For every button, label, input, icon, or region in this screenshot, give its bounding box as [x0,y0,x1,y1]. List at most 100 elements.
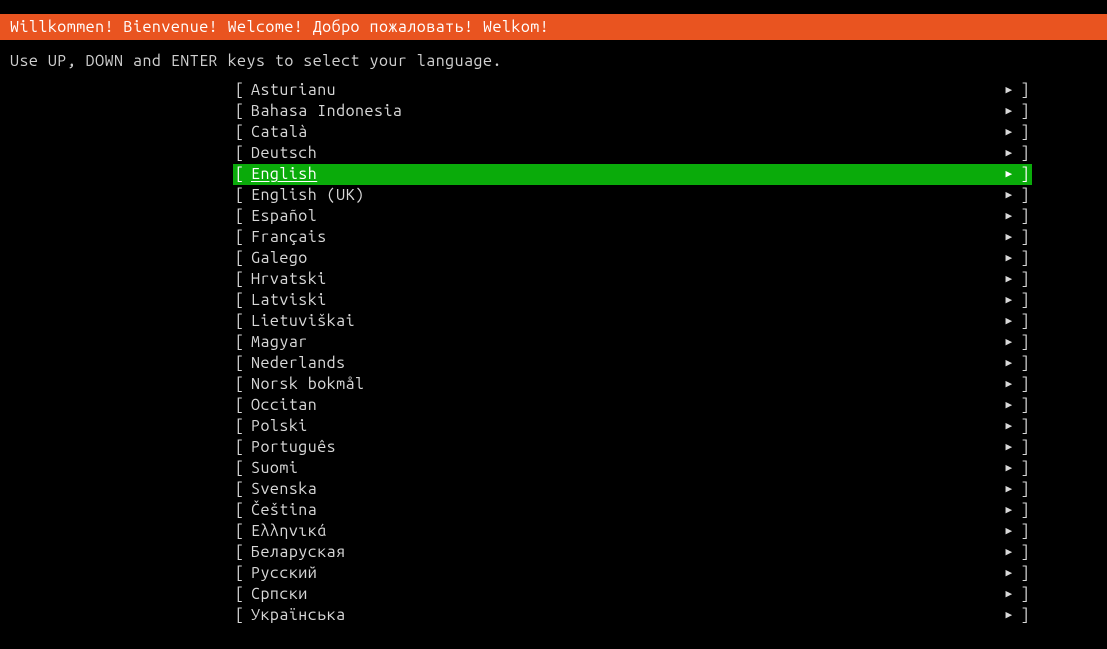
left-bracket: [ [233,311,251,332]
submenu-arrow-icon: ▶ [1000,248,1018,269]
language-label: Svenska [251,479,317,500]
right-bracket: ] [1018,458,1032,479]
language-option[interactable]: [Latviski▶] [233,290,1032,311]
language-option[interactable]: [Bahasa Indonesia▶] [233,101,1032,122]
left-bracket: [ [233,248,251,269]
right-bracket: ] [1018,521,1032,542]
right-bracket: ] [1018,542,1032,563]
language-option[interactable]: [Беларуская▶] [233,542,1032,563]
language-option[interactable]: [Deutsch▶] [233,143,1032,164]
language-option[interactable]: [Lietuviškai ▶] [233,311,1032,332]
right-bracket: ] [1018,206,1032,227]
submenu-arrow-icon: ▶ [1000,605,1018,626]
left-bracket: [ [233,416,251,437]
right-bracket: ] [1018,374,1032,395]
left-bracket: [ [233,164,251,185]
language-option[interactable]: [Ελληνικά▶] [233,521,1032,542]
language-option[interactable]: [Asturianu▶] [233,80,1032,101]
submenu-arrow-icon: ▶ [1000,395,1018,416]
language-option[interactable]: [Français▶] [233,227,1032,248]
welcome-title: Willkommen! Bienvenue! Welcome! Добро по… [10,18,549,36]
language-list[interactable]: [Asturianu▶][Bahasa Indonesia▶][Català▶]… [0,80,1107,626]
right-bracket: ] [1018,353,1032,374]
submenu-arrow-icon: ▶ [1000,143,1018,164]
language-label: Беларуская [251,542,346,563]
language-option[interactable]: [Hrvatski▶] [233,269,1032,290]
language-option[interactable]: [Norsk bokmål▶] [233,374,1032,395]
language-label: Русский [251,563,317,584]
left-bracket: [ [233,500,251,521]
left-bracket: [ [233,80,251,101]
language-option[interactable]: [Català▶] [233,122,1032,143]
language-label: Polski [251,416,308,437]
language-label: Magyar [251,332,308,353]
language-label: Српски [251,584,308,605]
language-label: Hrvatski [251,269,327,290]
submenu-arrow-icon: ▶ [1000,227,1018,248]
language-option[interactable]: [Српски ▶] [233,584,1032,605]
right-bracket: ] [1018,101,1032,122]
submenu-arrow-icon: ▶ [1000,353,1018,374]
language-option[interactable]: [Suomi▶] [233,458,1032,479]
right-bracket: ] [1018,395,1032,416]
left-bracket: [ [233,605,251,626]
language-option[interactable]: [Português▶] [233,437,1032,458]
submenu-arrow-icon: ▶ [1000,479,1018,500]
instruction-text: Use UP, DOWN and ENTER keys to select yo… [0,40,1107,80]
language-option[interactable]: [English▶] [233,164,1032,185]
submenu-arrow-icon: ▶ [1000,311,1018,332]
right-bracket: ] [1018,164,1032,185]
submenu-arrow-icon: ▶ [1000,416,1018,437]
right-bracket: ] [1018,416,1032,437]
right-bracket: ] [1018,500,1032,521]
left-bracket: [ [233,479,251,500]
language-label: Galego [251,248,308,269]
left-bracket: [ [233,122,251,143]
right-bracket: ] [1018,584,1032,605]
right-bracket: ] [1018,311,1032,332]
submenu-arrow-icon: ▶ [1000,500,1018,521]
language-option[interactable]: [Occitan▶] [233,395,1032,416]
language-label: Español [251,206,317,227]
language-option[interactable]: [Nederlands▶] [233,353,1032,374]
language-label: Čeština [251,500,317,521]
submenu-arrow-icon: ▶ [1000,437,1018,458]
left-bracket: [ [233,521,251,542]
language-option[interactable]: [Русский▶] [233,563,1032,584]
window-top-bar [0,0,1107,14]
left-bracket: [ [233,227,251,248]
language-label: Lietuviškai [251,311,355,332]
left-bracket: [ [233,332,251,353]
submenu-arrow-icon: ▶ [1000,563,1018,584]
submenu-arrow-icon: ▶ [1000,185,1018,206]
language-option[interactable]: [Čeština ▶] [233,500,1032,521]
right-bracket: ] [1018,185,1032,206]
language-option[interactable]: [Galego ▶] [233,248,1032,269]
right-bracket: ] [1018,248,1032,269]
right-bracket: ] [1018,479,1032,500]
left-bracket: [ [233,206,251,227]
left-bracket: [ [233,269,251,290]
left-bracket: [ [233,353,251,374]
language-option[interactable]: [English (UK)▶] [233,185,1032,206]
submenu-arrow-icon: ▶ [1000,164,1018,185]
right-bracket: ] [1018,332,1032,353]
left-bracket: [ [233,584,251,605]
language-option[interactable]: [Svenska ▶] [233,479,1032,500]
submenu-arrow-icon: ▶ [1000,332,1018,353]
right-bracket: ] [1018,290,1032,311]
right-bracket: ] [1018,605,1032,626]
right-bracket: ] [1018,269,1032,290]
language-option[interactable]: [Español▶] [233,206,1032,227]
left-bracket: [ [233,542,251,563]
language-label: Bahasa Indonesia [251,101,402,122]
language-label: Norsk bokmål [251,374,365,395]
left-bracket: [ [233,185,251,206]
language-label: Català [251,122,308,143]
language-option[interactable]: [Magyar ▶] [233,332,1032,353]
submenu-arrow-icon: ▶ [1000,584,1018,605]
submenu-arrow-icon: ▶ [1000,122,1018,143]
submenu-arrow-icon: ▶ [1000,290,1018,311]
language-option[interactable]: [Polski ▶] [233,416,1032,437]
language-option[interactable]: [Українська▶] [233,605,1032,626]
